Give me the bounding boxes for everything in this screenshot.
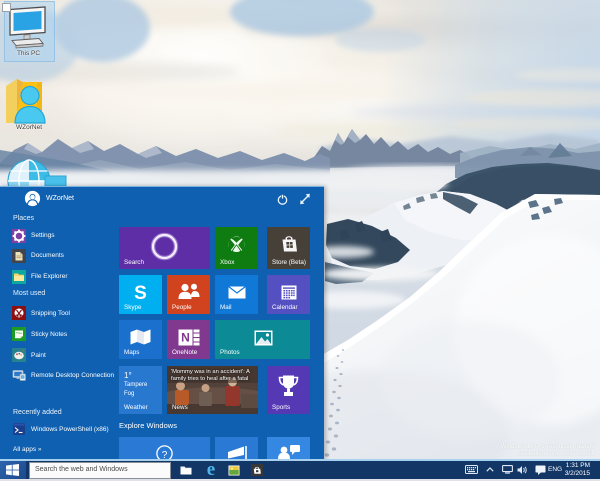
svg-text:N: N <box>181 331 190 345</box>
